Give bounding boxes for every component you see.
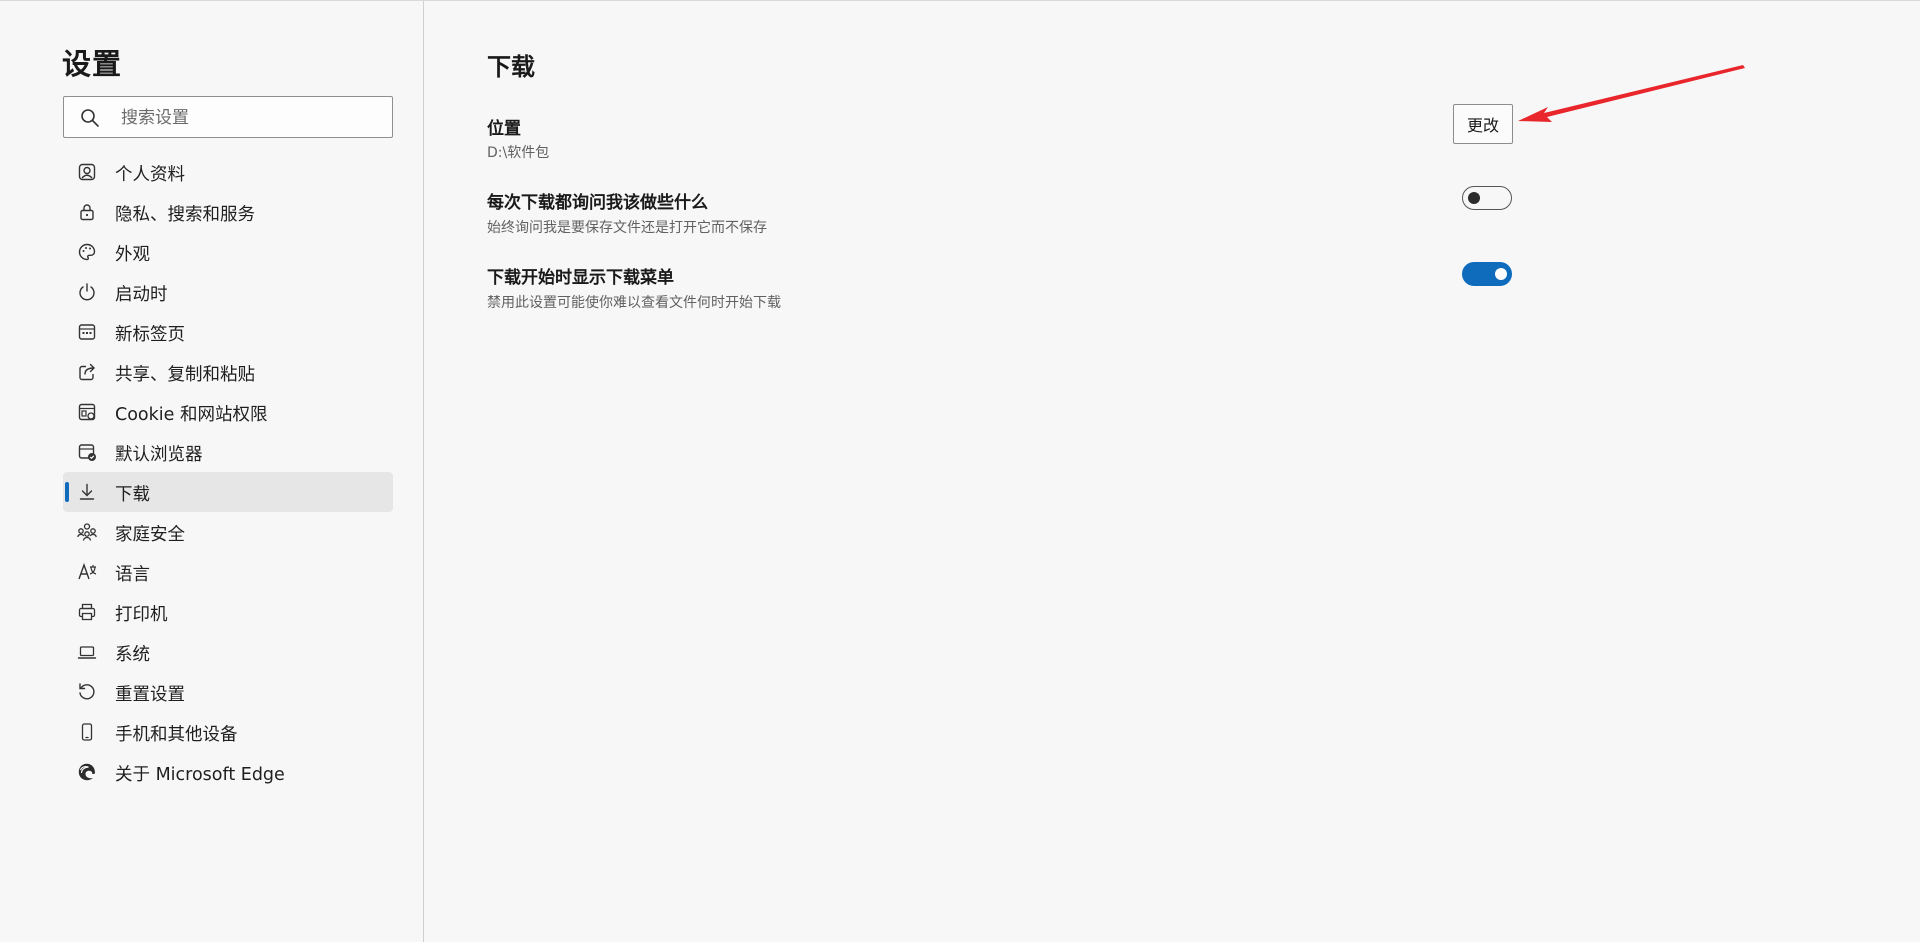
- phone-icon: [81, 723, 93, 741]
- sidebar-title: 设置: [62, 47, 123, 81]
- language-icon: [78, 562, 97, 580]
- sidebar-item-label: Cookie 和网站权限: [115, 405, 268, 425]
- site-permissions-icon: [78, 403, 96, 421]
- sidebar-item-label: 手机和其他设备: [115, 725, 238, 745]
- ask-each-time-title: 每次下载都询问我该做些什么: [487, 193, 708, 213]
- page-title: 下载: [487, 53, 535, 81]
- default-browser-icon: [78, 444, 96, 461]
- sidebar-item-label: 外观: [115, 245, 150, 265]
- sidebar-item-reset[interactable]: 重置设置: [63, 672, 393, 712]
- sidebar-item-new-tab[interactable]: 新标签页: [63, 312, 393, 352]
- sidebar-item-label: 启动时: [115, 285, 168, 305]
- sidebar-item-label: 重置设置: [115, 685, 185, 705]
- sidebar-item-label: 共享、复制和粘贴: [115, 365, 255, 385]
- location-title: 位置: [487, 119, 521, 139]
- sidebar-item-label: 下载: [115, 485, 150, 505]
- sidebar-item-family[interactable]: 家庭安全: [63, 512, 393, 552]
- sidebar-item-share[interactable]: 共享、复制和粘贴: [63, 352, 393, 392]
- toggle-knob: [1495, 268, 1507, 280]
- sidebar-item-label: 隐私、搜索和服务: [115, 205, 255, 225]
- search-icon: [81, 109, 99, 127]
- sidebar-item-label: 关于 Microsoft Edge: [115, 765, 285, 785]
- sidebar-item-about[interactable]: 关于 Microsoft Edge: [63, 752, 393, 792]
- sidebar-item-label: 语言: [115, 565, 150, 585]
- toggle-knob: [1468, 192, 1480, 204]
- settings-window: 设置 个人资料: [0, 0, 1920, 942]
- change-location-button[interactable]: 更改: [1453, 104, 1513, 144]
- ask-each-time-desc: 始终询问我是要保存文件还是打开它而不保存: [487, 220, 767, 236]
- sidebar-item-language[interactable]: 语言: [63, 552, 393, 592]
- location-path: D:\软件包: [487, 145, 550, 161]
- share-icon: [79, 363, 95, 381]
- laptop-icon: [77, 646, 97, 659]
- sidebar-item-startup[interactable]: 启动时: [63, 272, 393, 312]
- palette-icon: [78, 243, 96, 261]
- sidebar-item-profile[interactable]: 个人资料: [63, 152, 393, 192]
- show-menu-desc: 禁用此设置可能使你难以查看文件何时开始下载: [487, 295, 781, 311]
- profile-icon: [78, 163, 96, 181]
- download-icon: [79, 483, 95, 500]
- search-box[interactable]: [63, 96, 393, 138]
- sidebar-item-label: 新标签页: [115, 325, 185, 345]
- reset-icon: [79, 683, 95, 700]
- sidebar-item-system[interactable]: 系统: [63, 632, 393, 672]
- show-menu-toggle[interactable]: [1462, 262, 1512, 286]
- sidebar-item-appearance[interactable]: 外观: [63, 232, 393, 272]
- family-icon: [77, 523, 97, 541]
- sidebar: 设置 个人资料: [0, 1, 424, 942]
- sidebar-item-label: 家庭安全: [115, 525, 185, 545]
- lock-icon: [80, 204, 94, 221]
- printer-icon: [78, 603, 96, 621]
- sidebar-item-label: 个人资料: [115, 165, 185, 185]
- ask-each-time-toggle[interactable]: [1462, 186, 1512, 210]
- sidebar-nav: 个人资料 隐私、搜索和服务 外观 启动时 新标签页 共享、复制和粘贴 Cooki…: [63, 152, 393, 792]
- sidebar-item-default-browser[interactable]: 默认浏览器: [63, 432, 393, 472]
- downloads-settings-panel: 下载 位置 D:\软件包 更改 每次下载都询问我该做些什么 始终询问我是要保存文…: [424, 1, 1920, 942]
- sidebar-item-label: 系统: [115, 645, 150, 665]
- edge-logo-icon: [78, 763, 95, 781]
- show-menu-title: 下载开始时显示下载菜单: [487, 268, 674, 288]
- sidebar-item-printer[interactable]: 打印机: [63, 592, 393, 632]
- search-input[interactable]: [119, 105, 383, 131]
- sidebar-item-privacy[interactable]: 隐私、搜索和服务: [63, 192, 393, 232]
- sidebar-item-phone[interactable]: 手机和其他设备: [63, 712, 393, 752]
- sidebar-item-label: 打印机: [115, 605, 168, 625]
- sidebar-item-cookies[interactable]: Cookie 和网站权限: [63, 392, 393, 432]
- power-icon: [79, 283, 95, 301]
- sidebar-item-downloads[interactable]: 下载: [63, 472, 393, 512]
- new-tab-icon: [78, 324, 96, 340]
- sidebar-item-label: 默认浏览器: [115, 445, 203, 465]
